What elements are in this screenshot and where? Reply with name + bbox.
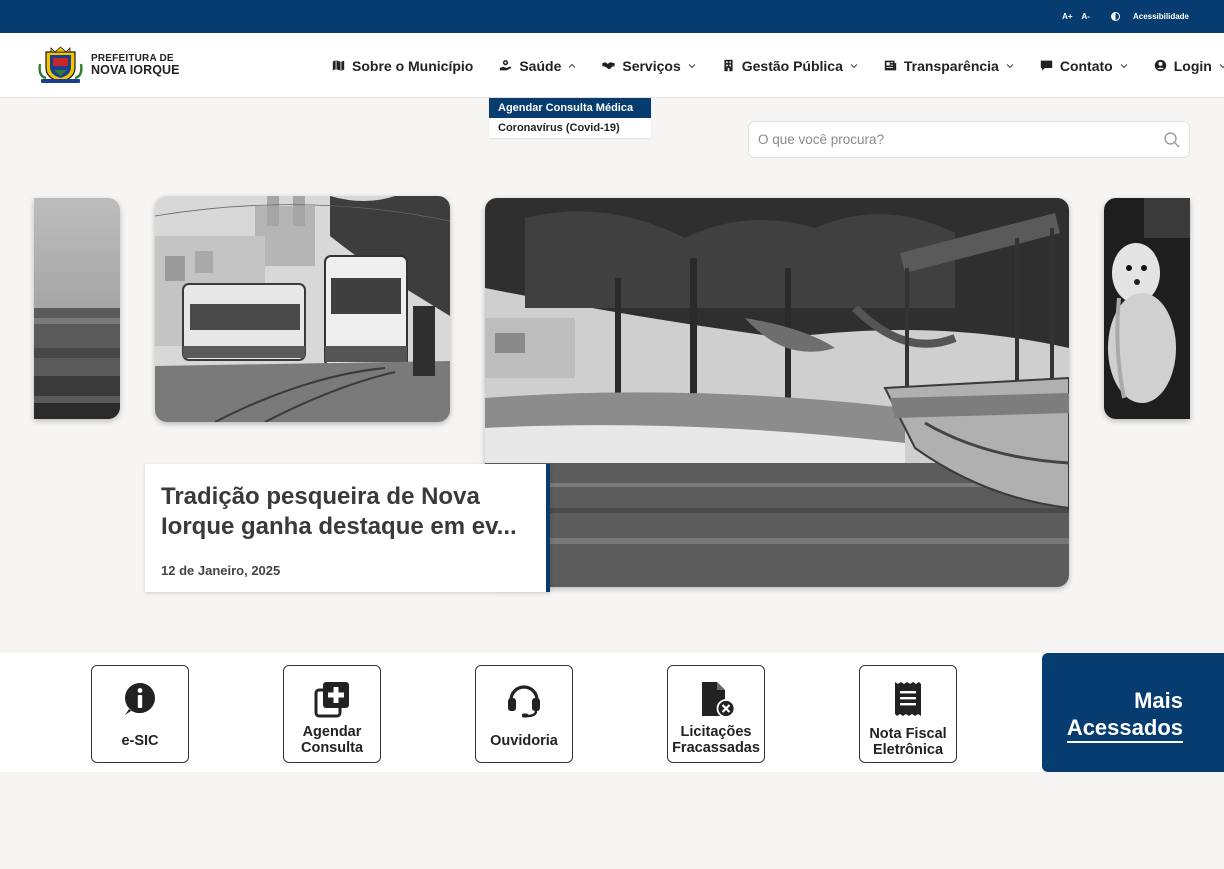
nav-sobre-municipio[interactable]: Sobre o Município xyxy=(332,58,473,74)
quick-access-label: Agendar Consulta xyxy=(300,724,364,756)
accessibility-link[interactable]: Acessibilidade xyxy=(1133,12,1189,21)
contrast-icon[interactable] xyxy=(1110,12,1120,21)
quick-access-licitacoes-fracassadas[interactable]: Licitações Fracassadas xyxy=(667,665,765,763)
city-crest-icon xyxy=(38,46,83,83)
carousel-slide-next[interactable] xyxy=(1104,198,1190,419)
chevron-down-icon xyxy=(850,63,858,68)
quick-access-label: Ouvidoria xyxy=(490,733,558,749)
dropdown-item-coronavirus[interactable]: Coronavírus (Covid-19) xyxy=(489,118,651,138)
news-date: 12 de Janeiro, 2025 xyxy=(161,563,281,578)
logo-line-2: NOVA IORQUE xyxy=(91,62,180,77)
nav-label: Transparência xyxy=(903,57,999,74)
mais-acessados-line2: Acessados xyxy=(1066,714,1183,743)
nav-label: Gestão Pública xyxy=(741,57,843,74)
nav-label: Serviços xyxy=(622,57,681,74)
chevron-down-icon xyxy=(1006,63,1014,68)
nav-servicos[interactable]: Serviços xyxy=(602,57,696,74)
nav-label: Saúde xyxy=(519,57,562,74)
mais-acessados-button[interactable]: Mais Acessados xyxy=(1042,653,1224,772)
fishing-boat-photo xyxy=(485,198,1069,587)
user-circle-icon xyxy=(1154,59,1166,72)
carousel-slide-tram[interactable] xyxy=(155,196,450,422)
mais-acessados-line1: Mais xyxy=(1134,688,1183,713)
nav-label: Login xyxy=(1173,57,1212,74)
receipt-icon xyxy=(895,682,921,716)
nav-label: Contato xyxy=(1059,57,1113,74)
font-decrease-button[interactable]: A- xyxy=(1082,12,1090,21)
quick-access-nota-fiscal[interactable]: Nota Fiscal Eletrônica xyxy=(859,665,957,763)
chat-icon xyxy=(1040,60,1053,71)
quick-access-bar: e-SIC Agendar Consulta Ouvidoria Licitaç… xyxy=(0,653,1224,772)
handshake-icon xyxy=(602,62,615,70)
dog-photo xyxy=(1104,198,1190,419)
map-icon xyxy=(332,60,345,71)
carousel-slide-prev[interactable] xyxy=(34,198,120,419)
nav-login[interactable]: Login xyxy=(1154,58,1224,74)
quick-access-esic[interactable]: e-SIC xyxy=(91,665,189,763)
search-input[interactable] xyxy=(749,122,1163,157)
quick-access-label: Licitações Fracassadas xyxy=(672,724,760,756)
search-box xyxy=(748,121,1190,158)
news-title[interactable]: Tradição pesqueira de Nova Iorque ganha … xyxy=(161,482,530,542)
quick-access-label: e-SIC xyxy=(121,733,159,749)
logo[interactable]: PREFEITURA DE NOVA IORQUE xyxy=(38,46,180,84)
saude-dropdown: Agendar Consulta Médica Coronavírus (Cov… xyxy=(489,98,651,138)
dropdown-item-agendar-consulta[interactable]: Agendar Consulta Médica xyxy=(489,98,651,118)
sea-photo xyxy=(34,198,120,419)
quick-access-ouvidoria[interactable]: Ouvidoria xyxy=(475,665,573,763)
chevron-down-icon xyxy=(1219,63,1224,68)
chevron-up-icon xyxy=(568,63,576,68)
quick-access-agendar-consulta[interactable]: Agendar Consulta xyxy=(283,665,381,763)
accessibility-tools: A+ A- Acessibilidade xyxy=(1062,0,1189,33)
tram-photo xyxy=(155,196,450,422)
headset-icon xyxy=(508,685,540,718)
quick-access-label: Nota Fiscal Eletrônica xyxy=(869,726,947,758)
file-cancel-icon xyxy=(702,682,735,718)
search-icon[interactable] xyxy=(1163,131,1181,149)
nav-saude[interactable]: Saúde xyxy=(499,58,576,74)
top-bar: A+ A- Acessibilidade xyxy=(0,0,1224,33)
carousel-slide-main[interactable] xyxy=(485,198,1069,587)
nav-contato[interactable]: Contato xyxy=(1040,58,1128,74)
medical-add-icon xyxy=(314,682,349,718)
news-caption[interactable]: Tradição pesqueira de Nova Iorque ganha … xyxy=(145,464,550,592)
font-increase-button[interactable]: A+ xyxy=(1062,12,1072,21)
header: PREFEITURA DE NOVA IORQUE Sobre o Municí… xyxy=(0,33,1224,98)
building-icon xyxy=(724,59,733,72)
nav-gestao-publica[interactable]: Gestão Pública xyxy=(722,58,858,74)
chevron-down-icon xyxy=(1120,63,1128,68)
nav-label: Sobre o Município xyxy=(352,57,474,74)
health-hand-icon xyxy=(500,60,512,71)
chevron-down-icon xyxy=(688,63,696,68)
nav-transparencia[interactable]: Transparência xyxy=(884,58,1014,74)
newspaper-icon xyxy=(884,60,897,71)
info-icon xyxy=(125,683,155,715)
logo-text: PREFEITURA DE NOVA IORQUE xyxy=(91,53,180,77)
main-nav: Sobre o Município Saúde Serviços Gestão … xyxy=(332,33,1224,98)
